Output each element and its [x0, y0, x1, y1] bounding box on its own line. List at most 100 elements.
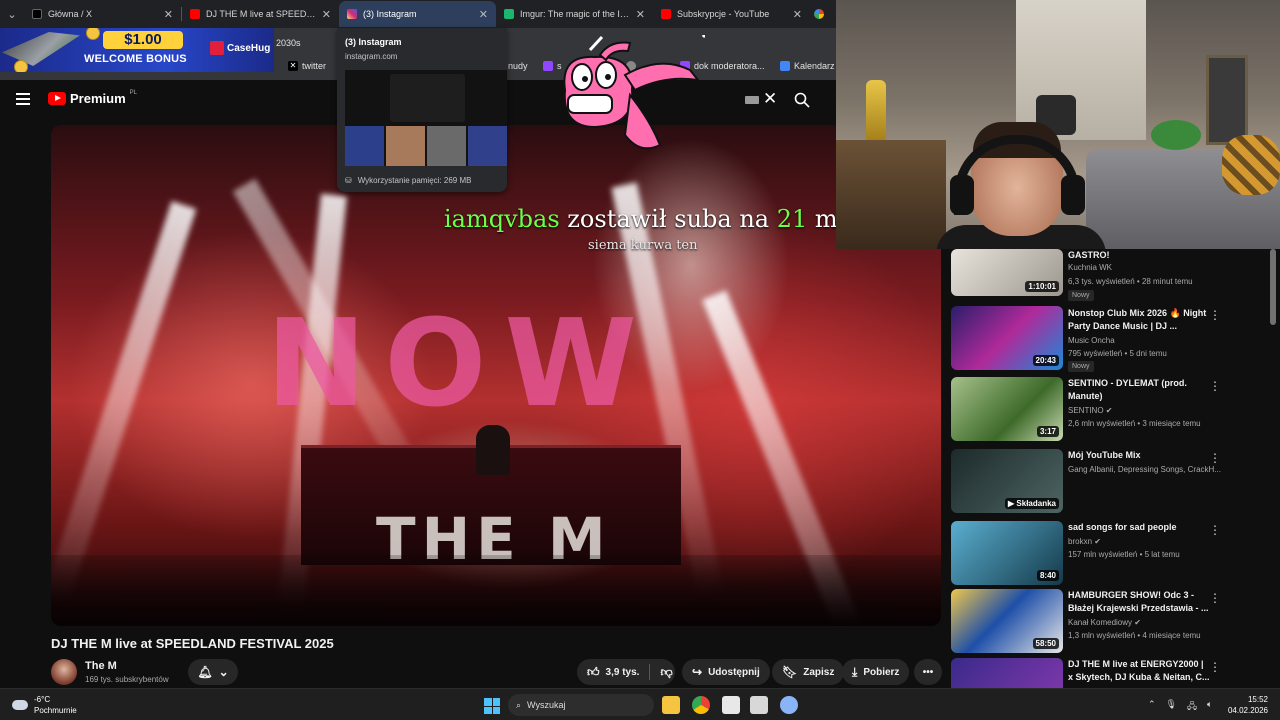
list-item[interactable]: 3:17 SENTINO - DYLEMAT (prod. Manute) SE…	[950, 377, 1280, 441]
channel-name[interactable]: Kuchnia WK	[1068, 263, 1112, 272]
list-item[interactable]: ▶ Składanka Mój YouTube Mix Gang Albanii…	[950, 449, 1280, 513]
app-icon[interactable]	[750, 696, 768, 714]
tab-google[interactable]	[810, 1, 828, 27]
list-item[interactable]: DJ THE M live at ENERGY2000 | x Skytech,…	[950, 658, 1280, 688]
keyboard-icon[interactable]	[745, 96, 759, 104]
video-thumbnail[interactable]: 1:10:01	[951, 249, 1063, 296]
more-options-icon[interactable]: ⋮	[1209, 308, 1221, 322]
coin-icon	[14, 60, 28, 72]
weather-widget[interactable]: -6°C Pochmurnie	[12, 694, 77, 716]
download-label: Pobierz	[863, 666, 900, 678]
video-thumbnail[interactable]	[951, 658, 1063, 688]
video-thumbnail[interactable]: 8:40	[951, 521, 1063, 585]
video-thumbnail[interactable]: 20:43	[951, 306, 1063, 370]
close-icon[interactable]: ✕	[322, 8, 331, 21]
search-button[interactable]	[786, 86, 818, 114]
video-thumbnail[interactable]: 58:50	[951, 589, 1063, 653]
tab-subscriptions[interactable]: Subskrypcje - YouTube ✕	[653, 1, 810, 27]
channel-avatar[interactable]	[51, 659, 77, 685]
video-meta: 1,3 mln wyświetleń • 4 miesiące temu	[1068, 631, 1201, 640]
taskbar-search[interactable]: ⌕ Wyszukaj	[508, 694, 654, 716]
channel-name[interactable]: SENTINO ✔	[1068, 406, 1113, 415]
list-item[interactable]: 8:40 sad songs for sad people brokxn ✔ 1…	[950, 521, 1280, 585]
network-icon[interactable]: 🖧	[1187, 699, 1197, 715]
share-button[interactable]: ↪ Udostępnij	[682, 659, 770, 685]
video-thumbnail[interactable]: ▶ Składanka	[951, 449, 1063, 513]
cloud-icon	[12, 700, 28, 710]
ad-banner[interactable]: $1.00 WELCOME BONUS CaseHug	[0, 28, 274, 72]
more-actions-button[interactable]: •••	[914, 659, 942, 685]
more-options-icon[interactable]: ⋮	[1209, 660, 1221, 674]
taskbar-search-label: Wyszukaj	[527, 700, 566, 710]
like-count[interactable]: 3,9 tys.	[606, 667, 640, 678]
channel-name[interactable]: brokxn ✔	[1068, 537, 1101, 546]
chevron-up-icon[interactable]: ⌃	[1148, 699, 1156, 715]
video-thumbnail[interactable]: 3:17	[951, 377, 1063, 441]
microphone-icon[interactable]: 🎙︎	[1166, 699, 1177, 715]
bookmark-partial[interactable]: 2030s	[276, 38, 301, 48]
like-dislike-group: 👍︎ 3,9 tys. 👎︎	[577, 659, 675, 685]
hamburger-menu-icon[interactable]	[16, 93, 30, 105]
video-title: DJ THE M live at SPEEDLAND FESTIVAL 2025	[51, 636, 334, 651]
notification-bell-button[interactable]: 🔔︎ ⌄	[188, 659, 238, 685]
calendar-icon	[780, 61, 790, 71]
list-item[interactable]: 20:43 Nonstop Club Mix 2026 🔥 Night Part…	[950, 306, 1280, 372]
clear-search-icon[interactable]: ✕	[763, 89, 777, 109]
channel-name[interactable]: Music Oncha	[1068, 336, 1115, 345]
weather-condition: Pochmurnie	[34, 706, 77, 715]
bookmark-nudy[interactable]: nudy	[508, 61, 528, 71]
channel-name[interactable]: Kanał Komediowy ✔	[1068, 618, 1141, 627]
duration-badge: 3:17	[1036, 426, 1059, 437]
video-title[interactable]: SENTINO - DYLEMAT (prod. Manute)	[1068, 377, 1210, 402]
video-title[interactable]: DJ THE M live at ENERGY2000 | x Skytech,…	[1068, 658, 1210, 683]
save-button[interactable]: 🔖︎ Zapisz	[772, 659, 845, 685]
tab-instagram[interactable]: (3) Instagram ✕	[339, 1, 496, 27]
chrome-favicon-icon	[814, 9, 824, 19]
video-title[interactable]: Nonstop Club Mix 2026 🔥 Night Party Danc…	[1068, 307, 1210, 332]
video-player[interactable]: NOW THE M	[51, 125, 941, 626]
tab-imgur[interactable]: Imgur: The magic of the Interne ✕	[496, 1, 653, 27]
tab-hover-card: (3) Instagram instagram.com ⛁ Wykorzystan…	[337, 28, 507, 192]
ad-amount: $1.00	[103, 31, 183, 49]
thumbs-down-icon[interactable]: 👎︎	[660, 665, 672, 680]
ad-brand: CaseHug	[210, 41, 270, 55]
video-meta: 6,3 tys. wyświetleń • 28 minut temu	[1068, 277, 1193, 286]
tab-label: Imgur: The magic of the Interne	[520, 9, 630, 19]
list-item[interactable]: 1:10:01 GASTRO! Kuchnia WK 6,3 tys. wyśw…	[950, 249, 1280, 313]
volume-icon[interactable]: 🔈︎	[1207, 699, 1212, 715]
memory-usage: ⛁ Wykorzystanie pamięci: 269 MB	[345, 176, 471, 185]
tab-youtube-video[interactable]: DJ THE M live at SPEEDLAND FE ✕	[182, 1, 339, 27]
youtube-premium-logo[interactable]: Premium PL	[48, 90, 137, 106]
tab-search-icon[interactable]: ⌄	[0, 0, 24, 28]
bell-icon: 🔔︎	[197, 665, 213, 679]
list-item[interactable]: 58:50 HAMBURGER SHOW! Odc 3 - Błażej Kra…	[950, 589, 1280, 653]
close-icon[interactable]: ✕	[164, 8, 173, 21]
more-options-icon[interactable]: ⋮	[1209, 451, 1221, 465]
chrome-icon[interactable]	[692, 696, 710, 714]
duration-badge: 1:10:01	[1025, 281, 1059, 292]
more-options-icon[interactable]: ⋮	[1209, 591, 1221, 605]
video-title[interactable]: GASTRO!	[1068, 249, 1210, 262]
more-options-icon[interactable]: ⋮	[1209, 379, 1221, 393]
duration-badge: 58:50	[1032, 638, 1059, 649]
more-options-icon[interactable]: ⋮	[1209, 523, 1221, 537]
video-title[interactable]: sad songs for sad people	[1068, 521, 1210, 534]
file-explorer-icon[interactable]	[662, 696, 680, 714]
tab-x[interactable]: Główna / X ✕	[24, 1, 181, 27]
clock[interactable]: 15:52 04.02.2026	[1226, 694, 1268, 716]
bookmark-calendar[interactable]: Kalendarz G	[780, 61, 844, 71]
channel-name[interactable]: The M	[85, 660, 117, 672]
close-icon[interactable]: ✕	[793, 8, 802, 21]
video-title[interactable]: Mój YouTube Mix	[1068, 449, 1210, 462]
thumbnail-grid	[345, 126, 507, 166]
bookmark-twitter[interactable]: ✕ twitter	[288, 61, 326, 71]
video-title[interactable]: HAMBURGER SHOW! Odc 3 - Błażej Krajewski…	[1068, 589, 1210, 614]
close-icon[interactable]: ✕	[636, 8, 645, 21]
app-icon[interactable]	[722, 696, 740, 714]
close-icon[interactable]: ✕	[479, 8, 488, 21]
download-button[interactable]: ⤓ Pobierz	[842, 659, 910, 685]
thumbs-up-icon[interactable]: 👍︎	[587, 665, 600, 680]
settings-gear-icon[interactable]	[780, 696, 798, 714]
windows-start-icon[interactable]	[484, 698, 500, 714]
scrollbar[interactable]	[1270, 249, 1276, 325]
